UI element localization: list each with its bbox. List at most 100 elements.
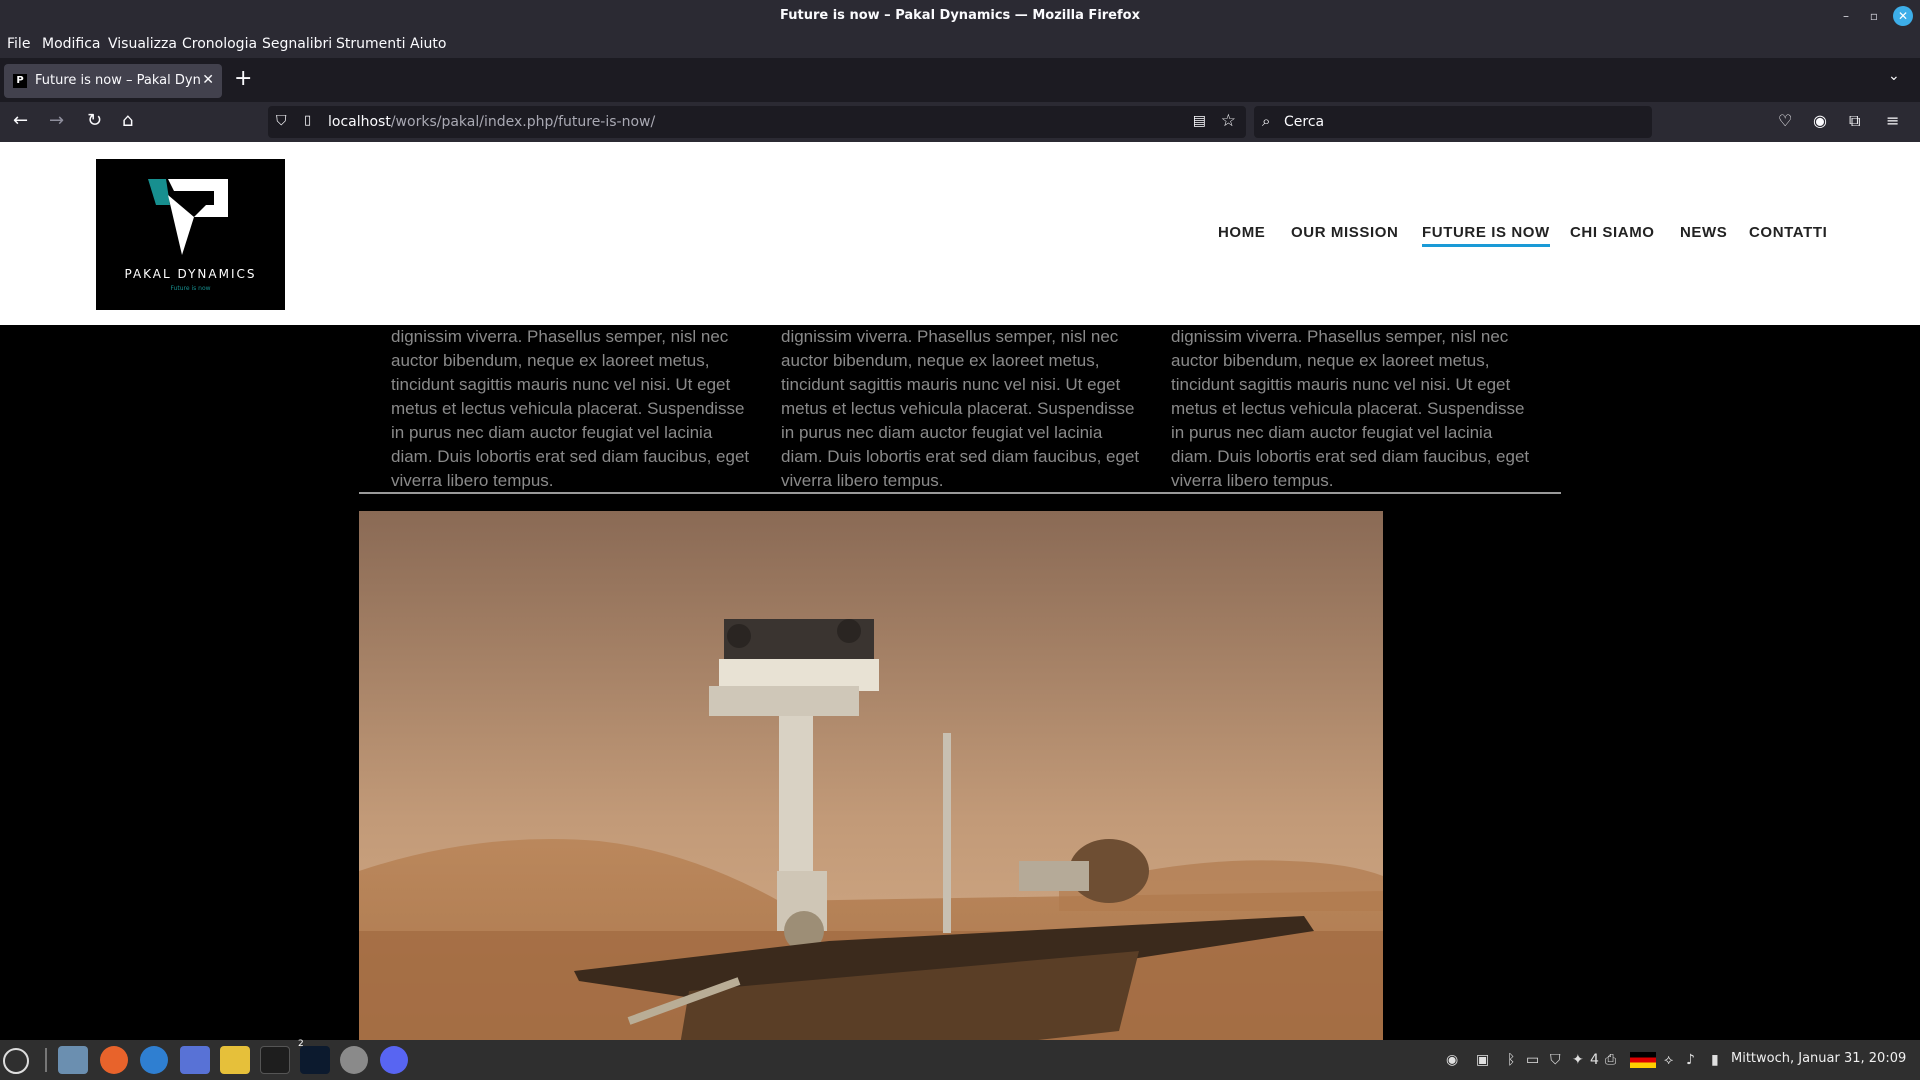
volume-icon[interactable]: ♪ — [1686, 1052, 1695, 1068]
keyboard-layout-de-flag-icon[interactable] — [1630, 1052, 1656, 1068]
calculator-icon[interactable] — [220, 1046, 250, 1074]
site-header: PAKAL DYNAMICS Future is now HOME OUR MI… — [0, 142, 1920, 325]
menu-modifica[interactable]: Modifica — [42, 36, 101, 52]
extensions-icon[interactable]: ⧉ — [1849, 111, 1860, 131]
navigation-toolbar: ← → ↻ ⌂ ⛉ ▯ localhost/works/pakal/index.… — [0, 102, 1920, 142]
section-divider — [359, 492, 1561, 494]
menu-file[interactable]: File — [7, 36, 30, 52]
webstorm-tray-icon[interactable]: ▣ — [1476, 1052, 1489, 1068]
page-info-icon[interactable]: ▯ — [304, 113, 311, 128]
text-line: tincidunt sagittis mauris nunc vel nisi.… — [781, 375, 1121, 394]
updates-icon[interactable]: ✦ — [1572, 1052, 1584, 1068]
text-line: metus et lectus vehicula placerat. Suspe… — [391, 399, 745, 418]
text-line: metus et lectus vehicula placerat. Suspe… — [1171, 399, 1525, 418]
network-icon[interactable]: ⟡ — [1664, 1052, 1673, 1068]
reader-view-icon[interactable]: ▤ — [1193, 113, 1206, 129]
nav-our-mission[interactable]: OUR MISSION — [1291, 224, 1398, 241]
battery-icon[interactable]: ▮ — [1711, 1052, 1719, 1068]
text-line: diam. Duis lobortis erat sed diam faucib… — [781, 447, 1140, 466]
text-line: diam. Duis lobortis erat sed diam faucib… — [391, 447, 750, 466]
clock[interactable]: Mittwoch, Januar 31, 20:09 — [1731, 1051, 1906, 1066]
menu-bar: File Modifica Visualizza Cronologia Segn… — [0, 32, 1920, 58]
clipboard-icon[interactable]: ▭ — [1526, 1052, 1539, 1068]
menu-visualizza[interactable]: Visualizza — [108, 36, 177, 52]
text-column-3: dignissim viverra. Phasellus semper, nis… — [1171, 325, 1533, 493]
text-line: dignissim viverra. Phasellus semper, nis… — [781, 327, 1119, 346]
terminal-icon[interactable] — [260, 1046, 290, 1074]
nav-chi-siamo[interactable]: CHI SIAMO — [1570, 224, 1655, 241]
tab-list-chevron-icon[interactable]: ⌄ — [1888, 68, 1900, 84]
close-tab-icon[interactable]: ✕ — [202, 72, 214, 88]
text-column-1: dignissim viverra. Phasellus semper, nis… — [391, 325, 753, 493]
favicon-icon: P — [13, 74, 27, 88]
text-line: auctor bibendum, neque ex laoreet metus, — [391, 351, 710, 370]
back-arrow-icon[interactable]: ← — [13, 111, 28, 131]
pakal-logo[interactable]: PAKAL DYNAMICS Future is now — [96, 159, 285, 310]
webstorm-icon[interactable]: 2 — [298, 1039, 330, 1074]
nav-future-is-now[interactable]: FUTURE IS NOW — [1422, 224, 1550, 247]
menu-segnalibri[interactable]: Segnalibri — [262, 36, 332, 52]
printer-icon[interactable]: ⎙ — [1605, 1052, 1616, 1068]
hamburger-menu-icon[interactable]: ≡ — [1886, 111, 1899, 131]
bookmark-star-icon[interactable]: ☆ — [1221, 111, 1236, 131]
mars-rover-image — [359, 511, 1383, 1040]
logo-mark-icon — [148, 179, 228, 255]
nav-contatti[interactable]: CONTATTI — [1749, 224, 1827, 241]
search-input[interactable] — [1284, 112, 1634, 132]
text-line: auctor bibendum, neque ex laoreet metus, — [781, 351, 1100, 370]
reload-icon[interactable]: ↻ — [87, 111, 102, 131]
account-icon[interactable]: ◉ — [1813, 111, 1827, 131]
url-text[interactable]: localhost/works/pakal/index.php/future-i… — [328, 114, 655, 130]
start-menu-icon[interactable] — [3, 1048, 29, 1074]
text-line: in purus nec diam auctor feugiat vel lac… — [391, 423, 713, 442]
text-line: viverra libero tempus. — [781, 471, 944, 490]
pocket-icon[interactable]: ♡ — [1778, 111, 1792, 131]
url-bar[interactable]: ⛉ ▯ localhost/works/pakal/index.php/futu… — [268, 106, 1246, 138]
forward-arrow-icon[interactable]: → — [49, 111, 64, 131]
text-line: viverra libero tempus. — [391, 471, 554, 490]
screenshot-tool-icon[interactable] — [180, 1046, 210, 1074]
logo-tagline: Future is now — [170, 285, 211, 292]
window-title: Future is now – Pakal Dynamics — Mozilla… — [780, 8, 1140, 23]
settings-gear-icon[interactable] — [340, 1046, 368, 1074]
maximize-icon[interactable]: ▫ — [1864, 6, 1884, 26]
text-line: diam. Duis lobortis erat sed diam faucib… — [1171, 447, 1530, 466]
tab-future-is-now[interactable]: P Future is now – Pakal Dynamics ✕ — [4, 64, 222, 98]
text-line: tincidunt sagittis mauris nunc vel nisi.… — [391, 375, 731, 394]
discord-icon[interactable] — [380, 1046, 408, 1074]
text-line: in purus nec diam auctor feugiat vel lac… — [781, 423, 1103, 442]
tracking-shield-icon[interactable]: ⛉ — [276, 113, 287, 129]
search-icon: ⌕ — [1262, 112, 1271, 130]
text-column-2: dignissim viverra. Phasellus semper, nis… — [781, 325, 1143, 493]
file-manager-icon[interactable] — [58, 1046, 88, 1074]
taskbar: 2 ◉ ▣ ᛒ ▭ ⛉ ✦ 4 ⎙ ⟡ ♪ ▮ Mittwoch, Januar… — [0, 1039, 1920, 1080]
workspace-badge: 2 — [298, 1039, 304, 1049]
nav-home[interactable]: HOME — [1218, 224, 1265, 241]
url-path: /works/pakal/index.php/future-is-now/ — [390, 114, 656, 130]
minimize-icon[interactable]: – — [1836, 6, 1856, 26]
window-titlebar: Future is now – Pakal Dynamics — Mozilla… — [0, 0, 1920, 32]
taskbar-separator — [45, 1048, 47, 1072]
search-bar[interactable]: ⌕ — [1254, 106, 1652, 138]
shield-tray-icon[interactable]: ⛉ — [1550, 1052, 1561, 1068]
notification-count: 4 — [1590, 1052, 1599, 1068]
url-host: localhost — [328, 114, 391, 130]
menu-aiuto[interactable]: Aiuto — [410, 36, 446, 52]
bluetooth-icon[interactable]: ᛒ — [1507, 1052, 1515, 1068]
firefox-icon[interactable] — [100, 1046, 128, 1074]
new-tab-icon[interactable]: + — [234, 66, 252, 91]
discord-tray-icon[interactable]: ◉ — [1446, 1052, 1458, 1068]
thunderbird-icon[interactable] — [140, 1046, 168, 1074]
home-icon[interactable]: ⌂ — [122, 111, 133, 131]
text-line: in purus nec diam auctor feugiat vel lac… — [1171, 423, 1493, 442]
menu-strumenti[interactable]: Strumenti — [336, 36, 406, 52]
text-line: auctor bibendum, neque ex laoreet metus, — [1171, 351, 1490, 370]
tab-bar: P Future is now – Pakal Dynamics ✕ — [0, 58, 1920, 102]
tab-title: Future is now – Pakal Dynamics — [35, 73, 200, 88]
nav-news[interactable]: NEWS — [1680, 224, 1727, 241]
text-line: dignissim viverra. Phasellus semper, nis… — [391, 327, 729, 346]
menu-cronologia[interactable]: Cronologia — [182, 36, 257, 52]
text-line: dignissim viverra. Phasellus semper, nis… — [1171, 327, 1509, 346]
text-line: viverra libero tempus. — [1171, 471, 1334, 490]
close-window-icon[interactable]: ✕ — [1893, 6, 1913, 26]
